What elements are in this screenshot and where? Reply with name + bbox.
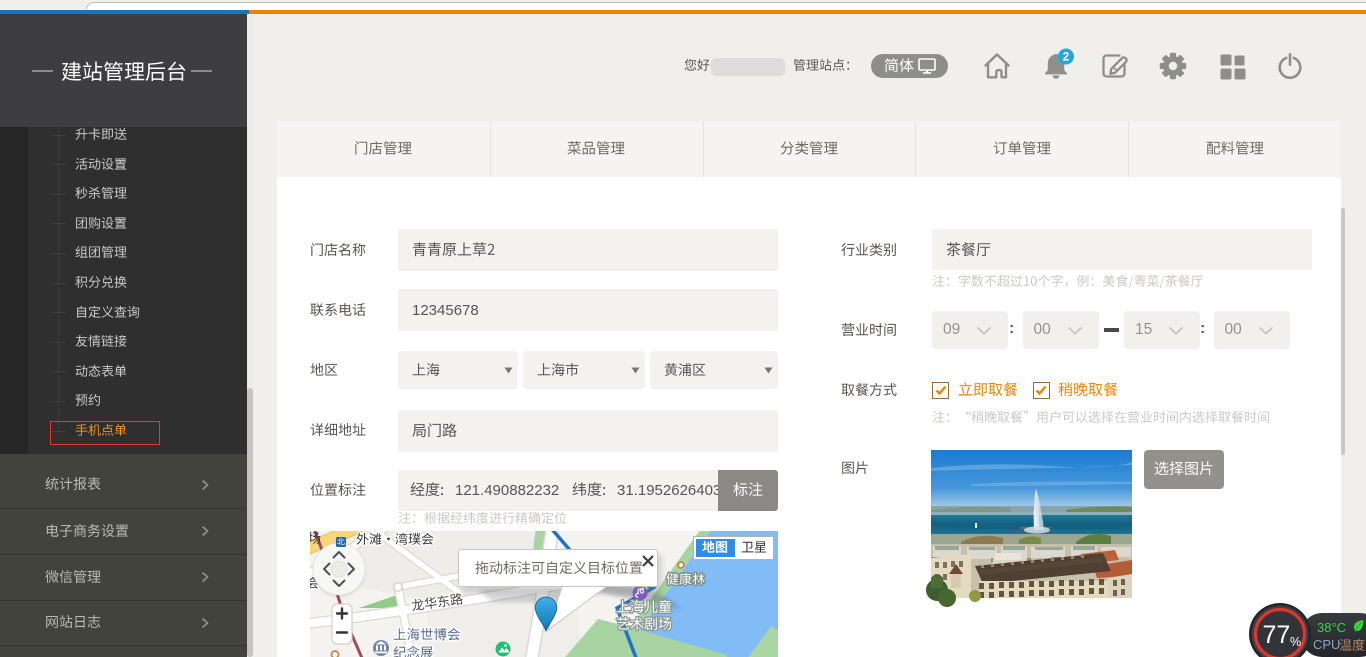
svg-text:77: 77	[1263, 621, 1291, 649]
svg-text:%: %	[1290, 635, 1301, 649]
svg-text:2: 2	[1063, 52, 1069, 64]
